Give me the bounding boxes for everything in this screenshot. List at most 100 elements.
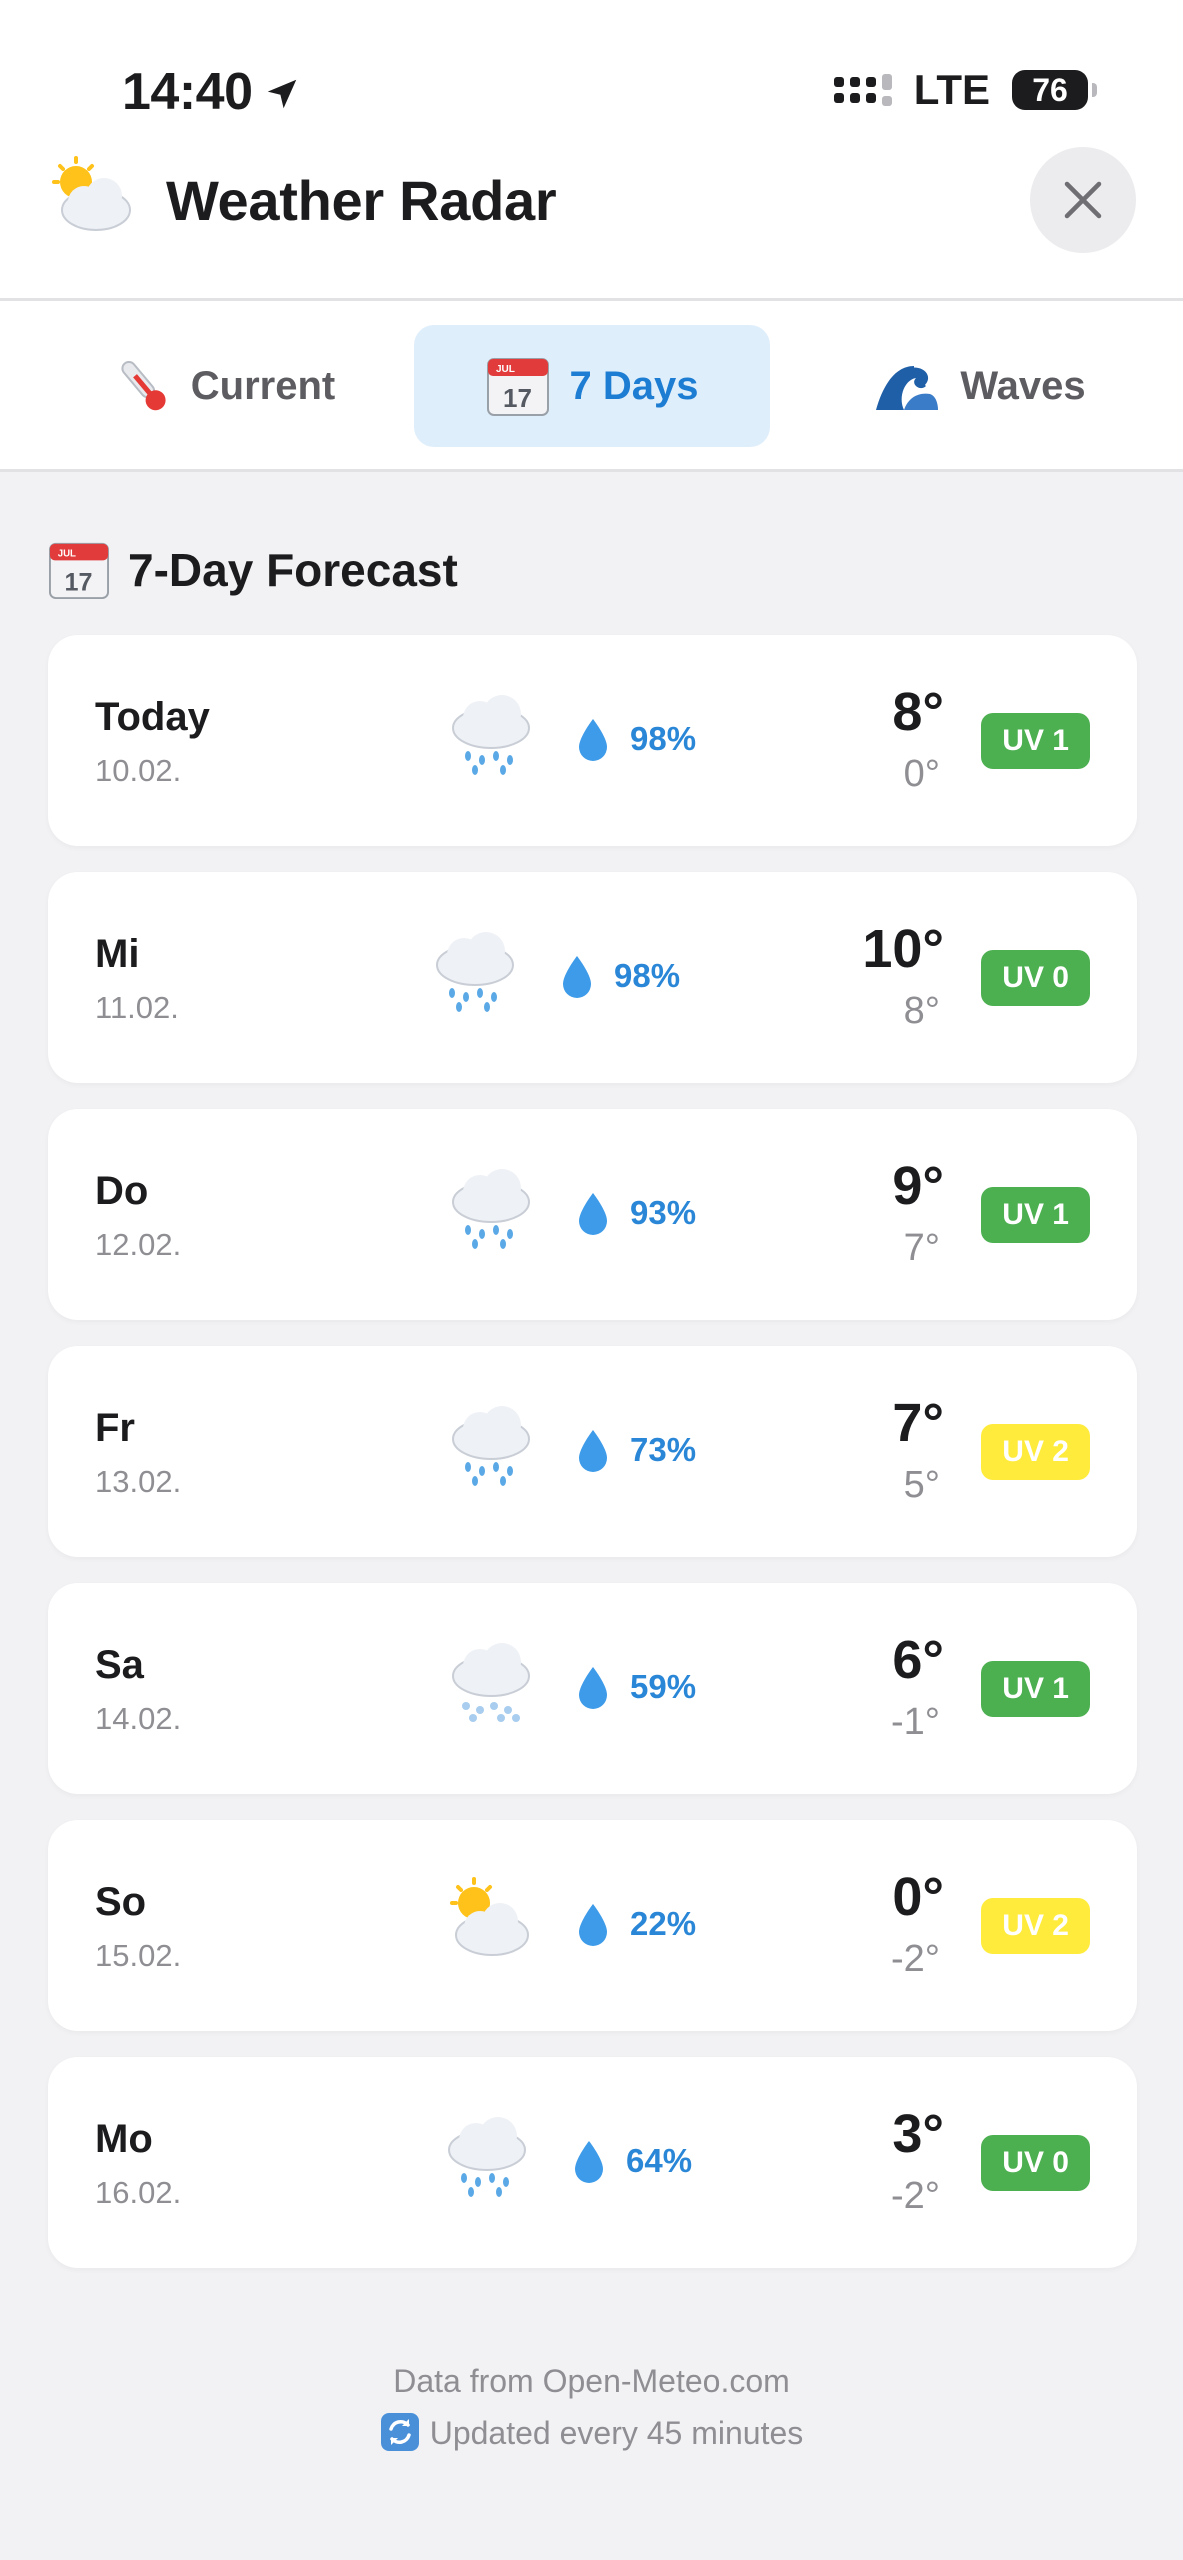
close-button[interactable]: [1030, 147, 1136, 253]
forecast-row: Mi 11.02. 98% 10° 8° UV 0: [48, 872, 1137, 1083]
temperature-high: 6°: [892, 1630, 944, 1690]
uv-badge: UV 1: [981, 713, 1090, 769]
location-arrow-icon: [263, 66, 301, 126]
droplet-icon: [576, 717, 610, 768]
uv-badge: UV 1: [981, 1187, 1090, 1243]
rain-cloud-icon: [442, 2112, 532, 2203]
forecast-date: 12.02.: [95, 1227, 182, 1262]
uv-badge: UV 0: [981, 950, 1090, 1006]
svg-text:17: 17: [64, 568, 92, 596]
network-type: LTE: [913, 66, 990, 113]
temperature-high: 7°: [892, 1393, 944, 1453]
calendar-icon: JUL 17: [49, 542, 109, 600]
droplet-icon: [572, 2139, 606, 2190]
wave-icon: [876, 364, 939, 410]
precipitation-chance: 59%: [630, 1668, 697, 1705]
tabs-divider: [0, 469, 1183, 472]
rain-cloud-icon: [446, 1401, 536, 1492]
forecast-day: Sa: [95, 1643, 144, 1687]
droplet-icon: [560, 954, 594, 1005]
close-icon: [1064, 181, 1102, 219]
temperature-high: 10°: [862, 919, 944, 979]
forecast-row: Today 10.02. 98% 8° 0° UV 1: [48, 635, 1137, 846]
forecast-day: So: [95, 1880, 147, 1924]
droplet-icon: [576, 1665, 610, 1716]
update-info: Updated every 45 minutes: [0, 2407, 1183, 2467]
temperature-high: 8°: [892, 682, 944, 742]
forecast-date: 10.02.: [95, 753, 182, 788]
forecast-list: Today 10.02. 98% 8° 0° UV 1 Mi 11.02. 98…: [48, 635, 1137, 2294]
thermometer-icon: [121, 360, 166, 411]
uv-badge: UV 2: [981, 1898, 1090, 1954]
tab-current-label: Current: [190, 363, 336, 408]
uv-badge: UV 2: [981, 1424, 1090, 1480]
temperature-low: -2°: [891, 2175, 940, 2217]
temperature-high: 3°: [892, 2104, 944, 2164]
precipitation-chance: 98%: [630, 720, 697, 757]
forecast-row: So 15.02. 22% 0° -2° UV 2: [48, 1820, 1137, 2031]
battery-level: 76: [1032, 71, 1068, 108]
forecast-row: Do 12.02. 93% 9° 7° UV 1: [48, 1109, 1137, 1320]
rain-cloud-icon: [430, 927, 520, 1018]
temperature-low: 7°: [903, 1227, 940, 1269]
tab-waves[interactable]: Waves: [840, 325, 1120, 447]
precipitation-chance: 93%: [630, 1194, 697, 1231]
temperature-low: -1°: [891, 1701, 940, 1743]
battery-icon: 76: [1012, 70, 1097, 110]
uv-badge: UV 1: [981, 1661, 1090, 1717]
rain-cloud-icon: [446, 1164, 536, 1255]
data-source-text: Data from Open-Meteo.com: [393, 2363, 790, 2399]
precipitation-chance: 22%: [630, 1905, 697, 1942]
forecast-row: Sa 14.02. 59% 6° -1° UV 1: [48, 1583, 1137, 1794]
section-title: JUL 17 7-Day Forecast: [48, 540, 458, 600]
footer: Data from Open-Meteo.com Updated every 4…: [0, 2355, 1183, 2467]
tab-bar: Current JUL 17 7 Days Waves: [0, 301, 1183, 471]
forecast-day: Mi: [95, 932, 140, 976]
svg-text:17: 17: [503, 383, 532, 413]
temperature-low: 0°: [903, 753, 940, 795]
section-title-text: 7-Day Forecast: [128, 544, 458, 596]
temperature-low: 8°: [903, 990, 940, 1032]
precipitation-chance: 73%: [630, 1431, 697, 1468]
forecast-day: Do: [95, 1169, 149, 1213]
status-time-text: 14:40: [122, 63, 253, 121]
forecast-row: Mo 16.02. 64% 3° -2° UV 0: [48, 2057, 1137, 2268]
status-time: 14:40: [122, 62, 301, 126]
precipitation-chance: 98%: [614, 957, 681, 994]
svg-text:JUL: JUL: [496, 364, 515, 375]
forecast-date: 15.02.: [95, 1938, 182, 1973]
forecast-day: Today: [95, 695, 210, 739]
droplet-icon: [576, 1902, 610, 1953]
forecast-date: 11.02.: [95, 990, 179, 1025]
app-title: Weather Radar: [166, 169, 557, 232]
temperature-low: -2°: [891, 1938, 940, 1980]
update-text: Updated every 45 minutes: [429, 2415, 804, 2451]
temperature-high: 0°: [892, 1867, 944, 1927]
forecast-day: Fr: [95, 1406, 135, 1450]
temperature-low: 5°: [903, 1464, 940, 1506]
forecast-date: 16.02.: [95, 2175, 182, 2210]
forecast-day: Mo: [95, 2117, 153, 2161]
calendar-icon: JUL 17: [486, 358, 549, 416]
forecast-date: 13.02.: [95, 1464, 182, 1499]
forecast-row: Fr 13.02. 73% 7° 5° UV 2: [48, 1346, 1137, 1557]
svg-text:JUL: JUL: [58, 548, 76, 559]
tab-7-days[interactable]: JUL 17 7 Days: [414, 325, 770, 447]
temperature-high: 9°: [892, 1156, 944, 1216]
refresh-icon: [380, 2412, 420, 2467]
signal-icon: [833, 74, 892, 106]
uv-badge: UV 0: [981, 2135, 1090, 2191]
tab-current[interactable]: Current: [60, 325, 390, 447]
droplet-icon: [576, 1428, 610, 1479]
droplet-icon: [576, 1191, 610, 1242]
app-header: Weather Radar: [0, 147, 1183, 253]
rain-cloud-icon: [446, 690, 536, 781]
sun-behind-cloud-icon: [46, 156, 136, 241]
tab-7-days-label: 7 Days: [569, 363, 699, 408]
precipitation-chance: 64%: [626, 2142, 693, 2179]
sun-behind-cloud-icon: [442, 1875, 532, 1966]
forecast-date: 14.02.: [95, 1701, 182, 1736]
status-indicators: LTE 76: [833, 66, 1097, 114]
tab-waves-label: Waves: [960, 363, 1086, 408]
snow-cloud-icon: [446, 1638, 536, 1729]
